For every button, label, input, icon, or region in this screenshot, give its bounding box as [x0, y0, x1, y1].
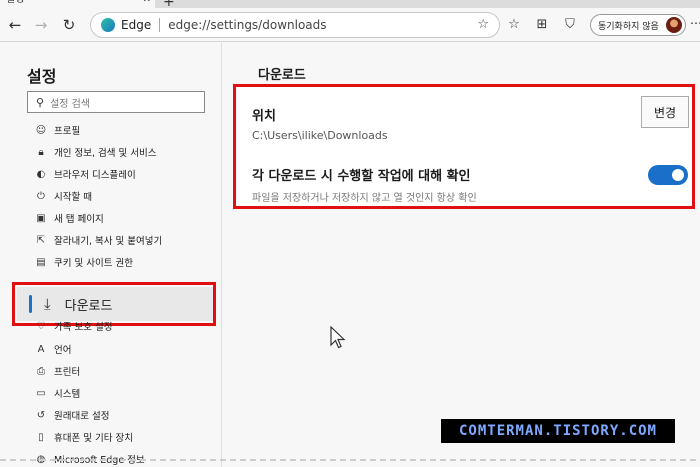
tab-settings[interactable]: 설정 ✕ — [0, 0, 155, 8]
family-icon: ♡ — [36, 320, 46, 332]
sidebar-item-system[interactable]: ▭ 시스템 — [35, 384, 80, 402]
sidebar-item-label: 브라우저 디스플레이 — [54, 170, 136, 181]
address-divider — [159, 18, 161, 32]
address-bar[interactable]: Edge edge://settings/downloads ☆ — [90, 12, 500, 38]
favorite-add-icon[interactable]: ☆ — [477, 17, 489, 32]
lock-icon: 🔒︎ — [38, 146, 44, 158]
tab-strip: 설정 ✕ + — [0, 0, 700, 10]
sync-button[interactable]: 동기화하지 않음 — [590, 14, 686, 36]
sync-label: 동기화하지 않음 — [598, 21, 659, 32]
sidebar-item-languages[interactable]: A 언어 — [35, 340, 72, 358]
favorites-icon[interactable]: ☆ — [505, 17, 523, 32]
system-icon: ▭ — [36, 387, 46, 399]
search-placeholder: 설정 검색 — [50, 98, 91, 110]
sidebar-item-appearance[interactable]: ◐ 브라우저 디스플레이 — [35, 165, 136, 183]
sidebar-item-profile[interactable]: ☺ 프로필 — [35, 121, 80, 139]
sidebar-item-share[interactable]: ⇱ 잘라내기, 복사 및 붙여넣기 — [35, 231, 162, 249]
toolbar: ← → ↻ Edge edge://settings/downloads ☆ ☆… — [0, 8, 700, 42]
refresh-icon[interactable]: ↻ — [58, 14, 80, 36]
sidebar-item-printers[interactable]: ⎙ 프린터 — [35, 362, 80, 380]
sidebar-item-label: 새 탭 페이지 — [54, 214, 104, 225]
sidebar-item-label: 가족 보호 설정 — [54, 322, 113, 333]
url-text[interactable]: edge://settings/downloads — [168, 18, 326, 32]
ask-download-label: 각 다운로드 시 수행할 작업에 대해 확인 — [252, 169, 471, 184]
sidebar-item-label: 시스템 — [54, 389, 81, 400]
sidebar-item-label: 프로필 — [54, 126, 81, 137]
edge-icon — [101, 18, 115, 32]
downloads-settings-card: 위치 C:\Users\ilike\Downloads 변경 각 다운로드 시 … — [233, 84, 695, 209]
bottom-divider — [0, 459, 700, 461]
change-location-button[interactable]: 변경 — [641, 96, 689, 128]
close-tab-icon[interactable]: ✕ — [143, 0, 151, 6]
forward-icon[interactable]: → — [30, 14, 52, 36]
sidebar-title: 설정 — [27, 67, 57, 86]
avatar — [666, 17, 682, 33]
sidebar-item-reset[interactable]: ↺ 원래대로 설정 — [35, 406, 110, 424]
tab-title: 설정 — [6, 0, 24, 5]
sidebar-item-label: 휴대폰 및 기타 장치 — [54, 433, 133, 444]
location-label: 위치 — [252, 109, 276, 124]
power-icon: ⏻ — [37, 190, 45, 202]
sidebar-item-label: 언어 — [54, 345, 72, 356]
sidebar-item-label: 쿠키 및 사이트 권한 — [54, 258, 133, 269]
language-icon: A — [37, 343, 45, 355]
collections-icon[interactable]: ⊞ — [533, 17, 551, 32]
more-icon[interactable]: ⋯ — [690, 16, 700, 30]
sidebar-item-label: 프린터 — [54, 367, 81, 378]
site-name: Edge — [121, 18, 152, 32]
cookie-icon: ▤ — [36, 256, 46, 268]
sidebar-item-label: 잘라내기, 복사 및 붙여넣기 — [54, 236, 163, 247]
sidebar-item-family[interactable]: ♡ 가족 보호 설정 — [35, 317, 113, 335]
sidebar: 설정 ⚲ 설정 검색 ☺ 프로필 🔒︎ 개인 정보, 검색 및 서비스 ◐ 브라우저 … — [0, 43, 222, 467]
profile-icon: ☺ — [35, 124, 47, 136]
ask-download-toggle[interactable] — [648, 165, 688, 185]
search-icon: ⚲ — [36, 95, 45, 109]
display-icon: ◐ — [36, 168, 46, 180]
sidebar-item-newtab[interactable]: ▣ 새 탭 페이지 — [35, 209, 104, 227]
toggle-knob — [672, 169, 684, 181]
back-icon[interactable]: ← — [4, 14, 26, 36]
watermark: COMTERMAN.TISTORY.COM — [441, 419, 675, 443]
printer-icon: ⎙ — [37, 365, 45, 377]
page-title: 다운로드 — [258, 68, 306, 83]
newtab-icon: ▣ — [36, 212, 46, 224]
reset-icon: ↺ — [36, 409, 46, 421]
sidebar-item-cookies[interactable]: ▤ 쿠키 및 사이트 권한 — [35, 253, 133, 271]
shield-icon[interactable]: ⛉ — [561, 17, 579, 32]
ask-download-description: 파일을 저장하거나 저장하지 않고 열 것인지 항상 확인 — [252, 193, 477, 204]
search-input[interactable]: ⚲ 설정 검색 — [27, 91, 205, 113]
sidebar-item-label: 시작할 때 — [54, 192, 92, 203]
sidebar-item-phone[interactable]: ▯ 휴대폰 및 기타 장치 — [35, 428, 133, 446]
location-path: C:\Users\ilike\Downloads — [252, 129, 388, 142]
sidebar-item-privacy[interactable]: 🔒︎ 개인 정보, 검색 및 서비스 — [35, 143, 157, 161]
share-icon: ⇱ — [36, 234, 46, 246]
sidebar-item-label: 원래대로 설정 — [54, 411, 110, 422]
sidebar-item-label: 개인 정보, 검색 및 서비스 — [54, 148, 157, 159]
mouse-cursor-icon — [330, 326, 346, 349]
sidebar-item-startup[interactable]: ⏻ 시작할 때 — [35, 187, 92, 205]
phone-icon: ▯ — [38, 431, 44, 443]
